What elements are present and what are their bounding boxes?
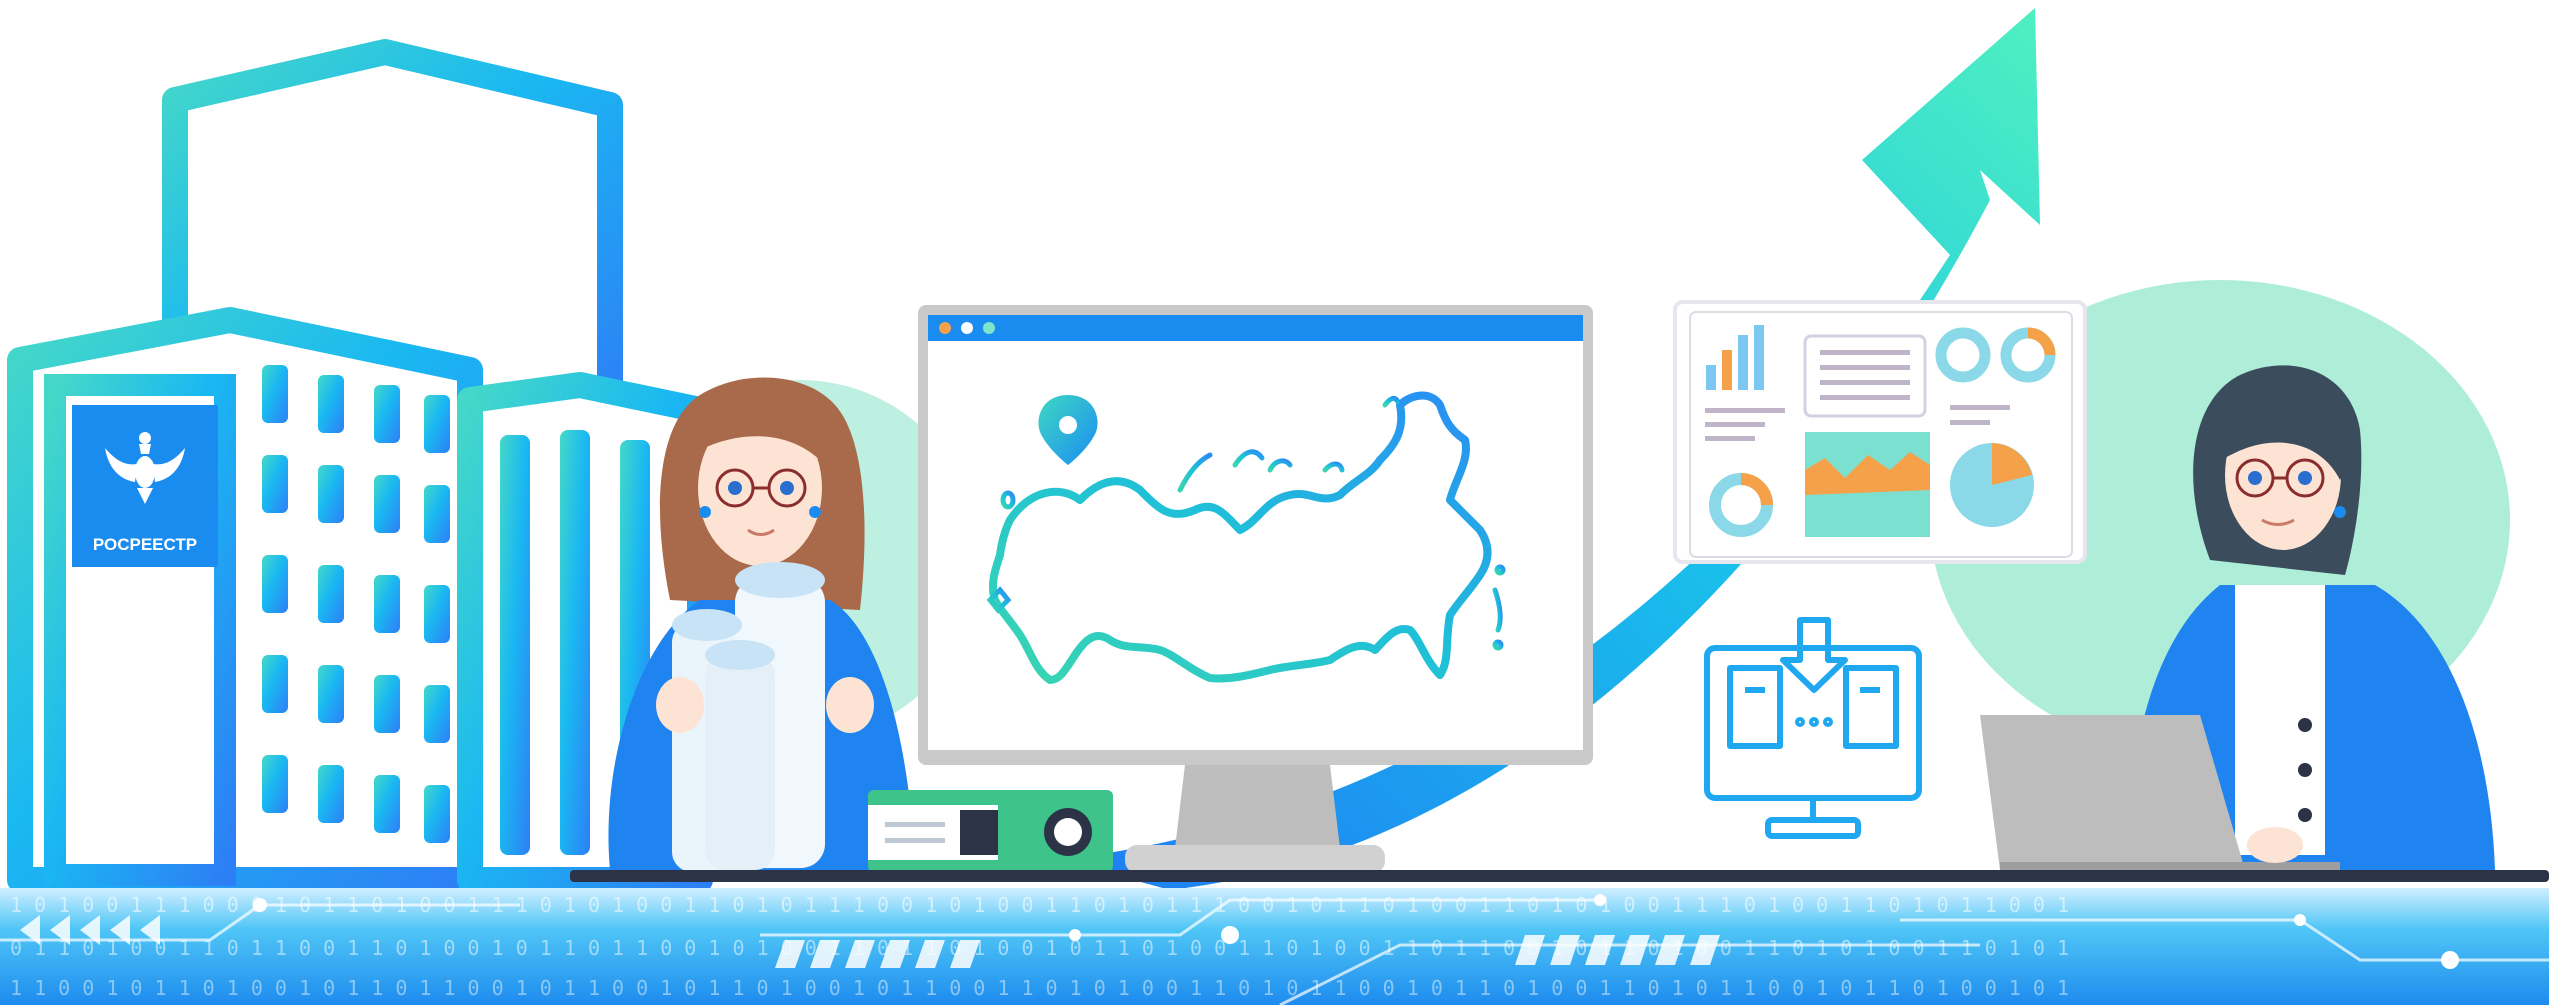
window-dot-max-icon xyxy=(983,322,995,334)
binary-row-3: 1 1 0 0 1 0 1 1 0 1 0 0 1 0 1 1 0 1 1 0 … xyxy=(10,976,2069,1000)
binary-row-2: 0 1 1 0 1 0 0 1 1 0 1 1 0 0 1 1 0 1 0 0 … xyxy=(10,936,2069,960)
rosreestr-building: РОСРЕЕСТР xyxy=(7,39,713,893)
binary-row-1: 1 0 1 0 0 1 1 1 0 0 0 1 0 1 1 0 1 0 0 1 … xyxy=(10,893,2069,917)
logo-name-text: РОСРЕЕСТР xyxy=(93,535,197,554)
download-monitor-icon xyxy=(1704,617,1922,839)
analytics-dashboard xyxy=(1673,300,2087,564)
laptop xyxy=(1980,715,2245,870)
binder-folder xyxy=(868,790,1113,872)
desk-surface xyxy=(570,870,2549,882)
window-dot-close-icon xyxy=(939,322,951,334)
map-monitor xyxy=(918,305,1593,873)
window-dot-min-icon xyxy=(961,322,973,334)
illustration-scene: РОСРЕЕСТР 1 0 1 0 0 1 1 1 0 0 0 1 0 1 1 … xyxy=(0,0,2549,1005)
tech-footer-band: 1 0 1 0 0 1 1 1 0 0 0 1 0 1 1 0 1 0 0 1 … xyxy=(0,888,2549,1005)
scene-svg: РОСРЕЕСТР 1 0 1 0 0 1 1 1 0 0 0 1 0 1 1 … xyxy=(0,8,2549,1005)
